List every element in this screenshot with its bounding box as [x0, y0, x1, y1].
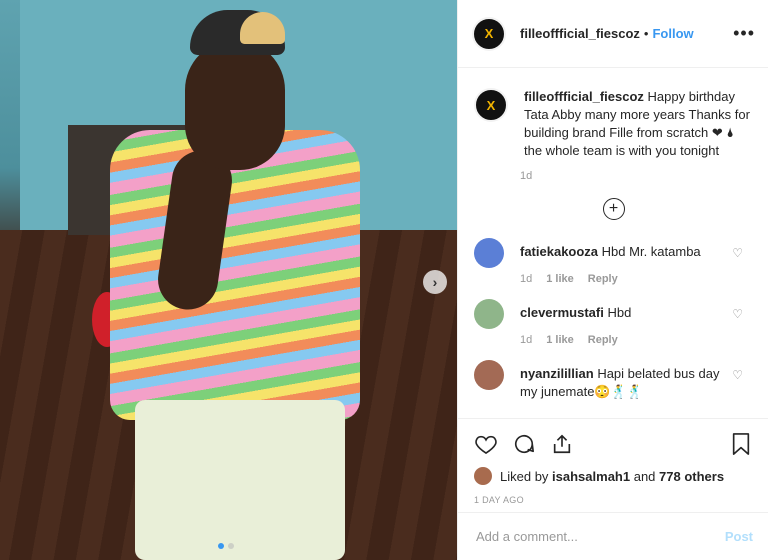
comment-input[interactable] [474, 528, 725, 545]
post-actions: Liked by isahsalmah1 and 778 others 1 DA… [458, 418, 768, 505]
instagram-post-modal: › X filleoffficial_fiescoz • Follow ••• … [0, 0, 768, 560]
liked-by-mid: and [633, 468, 656, 484]
action-icons [474, 427, 753, 461]
caption-avatar[interactable]: X [474, 88, 508, 122]
comment-likes[interactable]: 1 like [546, 273, 574, 285]
comment-username[interactable]: fatiekakooza [520, 244, 598, 259]
post-photo[interactable]: › [0, 0, 457, 560]
author-avatar[interactable]: X [472, 16, 506, 51]
comments-list[interactable]: X filleoffficial_fiescoz Happy birthday … [458, 68, 768, 413]
comment-text: Hbd [607, 305, 632, 320]
post-side-panel: X filleoffficial_fiescoz • Follow ••• X … [457, 0, 768, 560]
comment-item: clevermustafi Hbd 1d 1 like Reply ♡ [474, 299, 753, 346]
person-shirt [110, 130, 360, 420]
comment-likes[interactable]: 1 like [546, 334, 574, 346]
comment-body: fatiekakooza Hbd Mr. katamba 1d 1 like R… [520, 238, 740, 285]
liked-by-count[interactable]: 778 others [659, 469, 724, 484]
share-icon[interactable] [550, 432, 574, 456]
comment-username[interactable]: nyanzilillian [520, 366, 594, 381]
chevron-right-icon: › [432, 274, 438, 290]
author-username[interactable]: filleoffficial_fiescoz [520, 26, 640, 41]
comment-line: nyanzilillian Hapi belated bus day my ju… [520, 360, 740, 401]
comment-meta: 1d 1 like Reply [520, 273, 740, 285]
liked-by-prefix: Liked by [500, 468, 549, 484]
comment-avatar[interactable] [474, 299, 504, 329]
heart-icon[interactable]: ♡ [732, 246, 743, 260]
comment-avatar[interactable] [474, 238, 504, 268]
liked-by-user[interactable]: isahsalmah1 [552, 469, 630, 484]
comment-body: clevermustafi Hbd 1d 1 like Reply [520, 299, 740, 346]
plus-circle-icon[interactable]: + [602, 198, 625, 220]
comment-icon[interactable] [512, 432, 536, 456]
comment-item: fatiekakooza Hbd Mr. katamba 1d 1 like R… [474, 238, 753, 285]
bookmark-icon[interactable] [729, 432, 753, 456]
comment-reply-button[interactable]: Reply [588, 334, 618, 346]
comment-username[interactable]: clevermustafi [520, 305, 604, 320]
heart-icon[interactable]: ♡ [732, 307, 743, 321]
heart-icon[interactable] [474, 432, 498, 456]
carousel-dot [218, 543, 224, 549]
header-separator: • [643, 26, 649, 41]
caption: X filleoffficial_fiescoz Happy birthday … [474, 68, 753, 160]
comment-line: clevermustafi Hbd [520, 299, 740, 322]
caption-username[interactable]: filleoffficial_fiescoz [524, 89, 644, 104]
post-timestamp: 1 DAY AGO [474, 495, 524, 505]
comment-time: 1d [520, 273, 533, 285]
comment-avatar[interactable] [474, 360, 504, 390]
comment-reply-button[interactable]: Reply [588, 273, 618, 285]
post-header: X filleoffficial_fiescoz • Follow ••• [458, 0, 768, 68]
comment-body: nyanzilillian Hapi belated bus day my ju… [520, 360, 740, 401]
comment-time: 1d [520, 334, 533, 346]
person-head [185, 40, 285, 170]
post-comment-button[interactable]: Post [725, 529, 753, 544]
carousel-dots [218, 543, 234, 549]
liker-avatar[interactable] [474, 467, 492, 485]
add-comment-bar: Post [458, 512, 768, 560]
comment-meta: 1d 1 like Reply [520, 334, 740, 346]
avatar-logo: X [484, 26, 494, 41]
load-more-comments[interactable]: + [474, 198, 753, 220]
avatar-logo: X [486, 97, 496, 113]
comment-text: Hbd Mr. katamba [601, 244, 701, 259]
person-pants [135, 400, 345, 560]
next-photo-button[interactable]: › [423, 270, 447, 294]
follow-button[interactable]: Follow [652, 26, 693, 41]
comment-line: fatiekakooza Hbd Mr. katamba [520, 238, 740, 261]
likes-summary: Liked by isahsalmah1 and 778 others [474, 467, 753, 485]
caption-time: 1d [520, 170, 533, 182]
heart-icon[interactable]: ♡ [732, 368, 743, 382]
carousel-dot [228, 543, 234, 549]
more-options-icon[interactable]: ••• [733, 23, 755, 44]
caption-text-block: filleoffficial_fiescoz Happy birthday Ta… [524, 88, 753, 160]
comment-item: nyanzilillian Hapi belated bus day my ju… [474, 360, 753, 401]
